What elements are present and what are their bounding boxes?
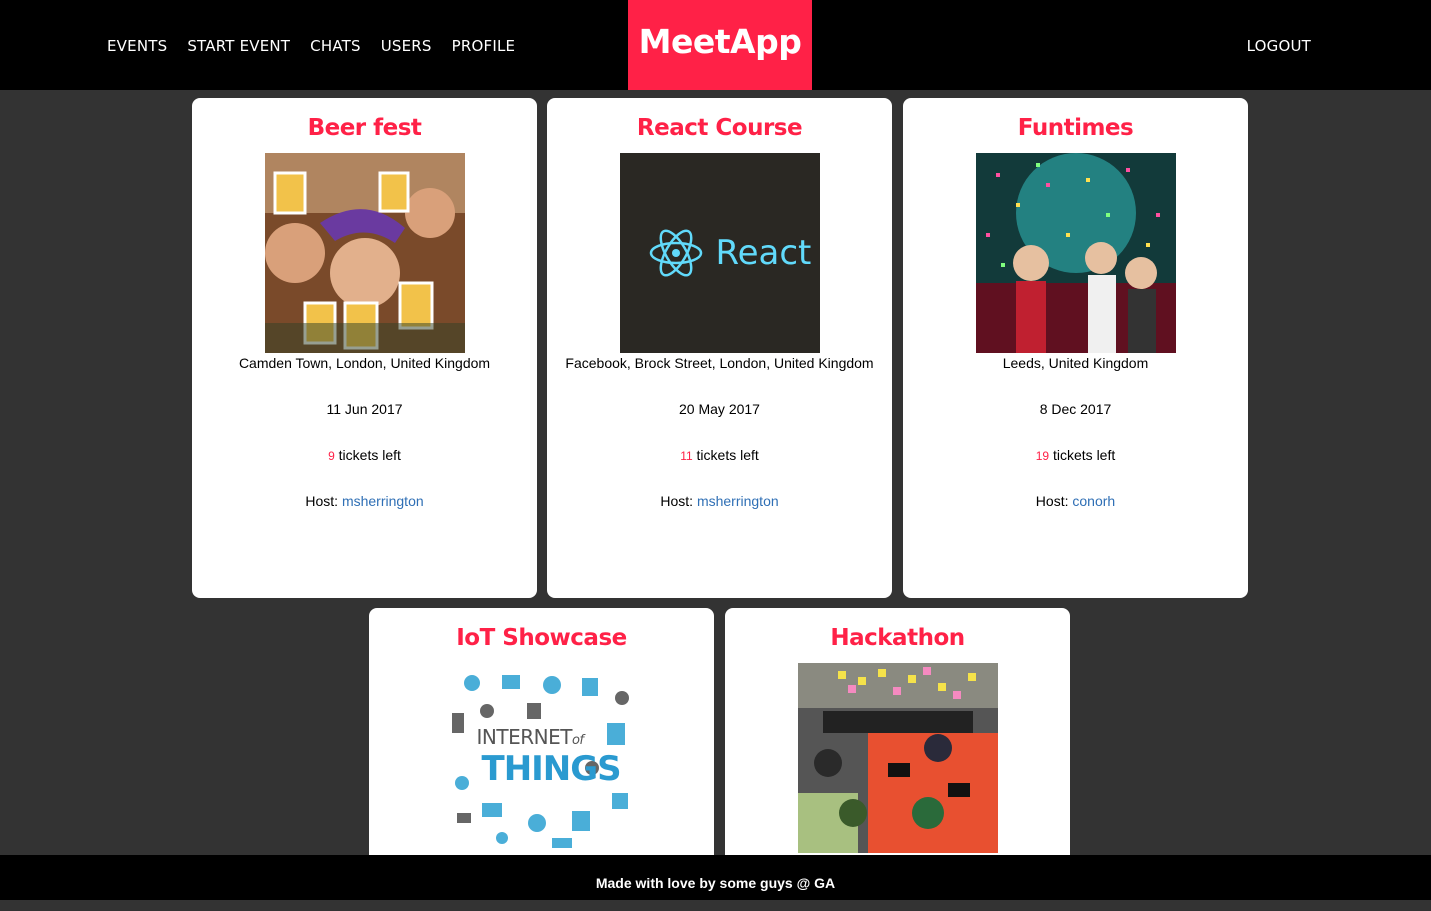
tickets-suffix: tickets left xyxy=(334,447,401,463)
event-image-hackathon[interactable] xyxy=(797,663,998,853)
tickets-count: 11 xyxy=(680,449,693,463)
event-title[interactable]: Hackathon xyxy=(725,625,1070,653)
event-date: 20 May 2017 xyxy=(679,401,760,417)
event-host: Host: msherrington xyxy=(547,491,892,537)
tickets-suffix: tickets left xyxy=(692,447,759,463)
footer-text: Made with love by some guys @ GA xyxy=(595,875,836,891)
event-tickets: 9 tickets left xyxy=(192,445,537,491)
logout-link[interactable]: LOGOUT xyxy=(1247,37,1311,55)
nav-chats-link[interactable]: CHATS xyxy=(310,37,361,55)
tickets-suffix: tickets left xyxy=(1049,447,1116,463)
host-label: Host: xyxy=(1035,493,1073,509)
event-card-beer-fest[interactable]: Beer fest Camden Town, London, United Ki… xyxy=(192,98,537,598)
event-title[interactable]: React Course xyxy=(547,115,892,143)
iot-text-internet: INTERNET xyxy=(476,725,573,749)
nav-events-link[interactable]: EVENTS xyxy=(107,37,167,55)
nav-users-link[interactable]: USERS xyxy=(381,37,432,55)
event-location: Facebook, Brock Street, London, United K… xyxy=(565,355,874,371)
event-card-hackathon[interactable]: Hackathon xyxy=(725,608,1070,868)
hackathon-photo xyxy=(797,663,998,853)
top-navbar: EVENTS START EVENT CHATS USERS PROFILE M… xyxy=(0,0,1431,90)
host-label: Host: xyxy=(660,493,697,509)
event-title[interactable]: Funtimes xyxy=(903,115,1248,143)
event-title[interactable]: Beer fest xyxy=(192,115,537,143)
event-image-beer[interactable] xyxy=(264,153,465,353)
react-logo-text: React xyxy=(715,233,812,273)
event-card-iot-showcase[interactable]: IoT Showcase INTERNETof THINGS xyxy=(369,608,714,868)
event-date: 11 Jun 2017 xyxy=(326,401,403,417)
iot-text-things: THINGS xyxy=(481,749,622,789)
event-card-funtimes[interactable]: Funtimes Leeds, United Kingdom 8 Dec 201… xyxy=(903,98,1248,598)
event-card-react-course[interactable]: React Course React Facebook, Brock Stree… xyxy=(547,98,892,598)
event-image-iot[interactable]: INTERNETof THINGS xyxy=(441,663,642,853)
host-link[interactable]: msherrington xyxy=(697,493,779,509)
event-location: Camden Town, London, United Kingdom xyxy=(238,355,491,371)
brand-logo[interactable]: MeetApp xyxy=(628,0,812,90)
host-link[interactable]: conorh xyxy=(1072,493,1115,509)
iot-text-of: of xyxy=(571,733,584,748)
event-title[interactable]: IoT Showcase xyxy=(369,625,714,653)
event-image-party[interactable] xyxy=(975,153,1176,353)
party-photo xyxy=(975,153,1176,353)
event-host: Host: msherrington xyxy=(192,491,537,537)
host-label: Host: xyxy=(305,493,342,509)
main-nav: EVENTS START EVENT CHATS USERS PROFILE xyxy=(107,37,515,55)
event-date: 8 Dec 2017 xyxy=(1039,401,1112,417)
tickets-count: 19 xyxy=(1035,449,1050,463)
event-location: Leeds, United Kingdom xyxy=(1002,355,1149,371)
nav-profile-link[interactable]: PROFILE xyxy=(452,37,516,55)
tickets-count: 9 xyxy=(328,449,335,463)
nav-start-event-link[interactable]: START EVENT xyxy=(187,37,290,55)
host-link[interactable]: msherrington xyxy=(342,493,424,509)
event-image-react[interactable]: React xyxy=(619,153,820,353)
footer: Made with love by some guys @ GA xyxy=(0,855,1431,900)
event-host: Host: conorh xyxy=(903,491,1248,537)
event-tickets: 19 tickets left xyxy=(903,445,1248,491)
beer-photo xyxy=(264,153,465,353)
event-tickets: 11 tickets left xyxy=(547,445,892,491)
